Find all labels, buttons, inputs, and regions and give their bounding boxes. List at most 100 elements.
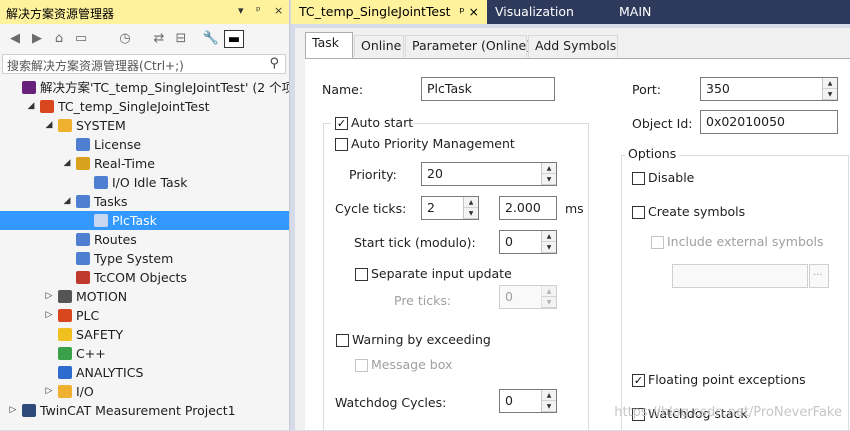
external-symbols-field[interactable] (672, 264, 808, 288)
priority-value: 20 (427, 166, 443, 181)
name-field[interactable]: PlcTask (421, 77, 555, 101)
object-id-field[interactable]: 0x02010050 (700, 110, 838, 134)
tree-item[interactable]: ◢ SYSTEM (0, 116, 289, 135)
home-icon[interactable]: ⌂ (50, 30, 68, 48)
pin-icon[interactable]: ᵖ (256, 4, 261, 17)
switch-views-icon[interactable]: ▭ (72, 30, 90, 48)
watchdog-spinner[interactable]: ▲ ▼ (541, 390, 556, 412)
system-icon (58, 119, 72, 132)
cycle-ms-field[interactable]: 2.000 (499, 196, 557, 220)
tree-item[interactable]: TcCOM Objects (0, 268, 289, 287)
auto-start-label: Auto start (351, 115, 414, 130)
floating-point-label: Floating point exceptions (648, 372, 806, 387)
watchdog-cycles-field[interactable]: 0 ▲ ▼ (499, 389, 557, 413)
port-value: 350 (706, 81, 730, 96)
separate-input-checkbox[interactable] (355, 268, 368, 281)
start-tick-value: 0 (505, 234, 513, 249)
tree-item-label: MOTION (76, 289, 128, 304)
tree-item[interactable]: C++ (0, 344, 289, 363)
expand-arrow-icon[interactable]: ▷ (44, 287, 54, 306)
tree-item[interactable]: ▷ MOTION (0, 287, 289, 306)
expand-arrow-icon[interactable]: ▷ (8, 401, 18, 420)
pre-ticks-spinner[interactable]: ▲ ▼ (541, 286, 556, 308)
tree-item[interactable]: ◢ Tasks (0, 192, 289, 211)
tree-item[interactable]: ANALYTICS (0, 363, 289, 382)
cycle-ticks-field[interactable]: 2 ▲ ▼ (421, 196, 479, 220)
back-icon[interactable]: ◀ (6, 30, 24, 48)
priority-spinner[interactable]: ▲ ▼ (541, 163, 556, 185)
plctask-icon (94, 214, 108, 227)
collapse-arrow-icon[interactable]: ◢ (62, 154, 72, 173)
message-box-checkbox[interactable] (355, 359, 368, 372)
cpp-icon (58, 347, 72, 360)
tree-item[interactable]: License (0, 135, 289, 154)
properties-icon[interactable]: 🔧 (202, 30, 220, 48)
start-tick-field[interactable]: 0 ▲ ▼ (499, 230, 557, 254)
tree-item[interactable]: ▷ PLC (0, 306, 289, 325)
forward-icon[interactable]: ▶ (28, 30, 46, 48)
preview-icon[interactable]: ▬ (224, 30, 244, 48)
tree-item[interactable]: ▷ I/O (0, 382, 289, 401)
watchdog-cycles-value: 0 (505, 393, 513, 408)
create-symbols-checkbox[interactable] (632, 206, 645, 219)
realtime-icon (76, 157, 90, 170)
tree-item[interactable]: SAFETY (0, 325, 289, 344)
cycle-ticks-spinner[interactable]: ▲ ▼ (463, 197, 478, 219)
collapse-arrow-icon[interactable]: ◢ (44, 116, 54, 135)
port-field[interactable]: 350 ▲ ▼ (700, 77, 838, 101)
include-external-checkbox[interactable] (651, 236, 664, 249)
panel-title: 解决方案资源管理器 (6, 7, 115, 21)
tab-label: Parameter (Online) (412, 38, 532, 53)
tree-item-label: PLC (76, 308, 100, 323)
browse-button[interactable]: ... (809, 264, 829, 288)
auto-start-checkbox[interactable]: ✓ (335, 117, 348, 130)
tree-item[interactable]: ◢ TC_temp_SingleJointTest (0, 97, 289, 116)
search-input[interactable]: 搜索解决方案资源管理器(Ctrl+;) ⚲ (2, 54, 286, 74)
watchdog-cycles-label: Watchdog Cycles: (335, 395, 447, 410)
tree-item[interactable]: PlcTask (0, 211, 289, 230)
auto-priority-checkbox[interactable] (335, 138, 348, 151)
tab-tc-temp[interactable]: TC_temp_SingleJointTest ᵖ × (291, 0, 487, 24)
tasks-icon (76, 195, 90, 208)
floating-point-checkbox[interactable]: ✓ (632, 374, 645, 387)
object-id-label: Object Id: (632, 116, 693, 131)
history-icon[interactable]: ◷ (116, 30, 134, 48)
tab-task[interactable]: Task (305, 32, 353, 58)
disable-checkbox[interactable] (632, 172, 645, 185)
tab-pin-close-icon[interactable]: ᵖ × (459, 0, 479, 24)
tab-main[interactable]: MAIN (611, 0, 659, 24)
start-tick-label: Start tick (modulo): (354, 235, 476, 250)
pre-ticks-field[interactable]: 0 ▲ ▼ (499, 285, 557, 309)
tree-item[interactable]: Type System (0, 249, 289, 268)
tree-item[interactable]: Routes (0, 230, 289, 249)
close-icon[interactable]: × (274, 4, 283, 17)
priority-field[interactable]: 20 ▲ ▼ (421, 162, 557, 186)
port-spinner[interactable]: ▲ ▼ (822, 78, 837, 100)
start-tick-spinner[interactable]: ▲ ▼ (541, 231, 556, 253)
tab-parameter-online[interactable]: Parameter (Online) (405, 35, 531, 57)
dropdown-icon[interactable]: ▾ (238, 4, 244, 17)
tab-add-symbols[interactable]: Add Symbols (528, 35, 618, 57)
safety-icon (58, 328, 72, 341)
tree-item[interactable]: ◢ Real-Time (0, 154, 289, 173)
tab-label: Task (312, 35, 339, 50)
io-icon (58, 385, 72, 398)
tree-item-label: SYSTEM (76, 118, 126, 133)
collapse-arrow-icon[interactable]: ◢ (62, 192, 72, 211)
sync-icon[interactable]: ⇄ (150, 30, 168, 48)
tree-item[interactable]: ▷ TwinCAT Measurement Project1 (0, 401, 289, 420)
search-icon[interactable]: ⚲ (269, 56, 279, 71)
expand-arrow-icon[interactable]: ▷ (44, 306, 54, 325)
options-group-box (621, 155, 849, 431)
create-symbols-label: Create symbols (648, 204, 746, 219)
search-placeholder: 搜索解决方案资源管理器(Ctrl+;) (7, 59, 184, 73)
collapse-arrow-icon[interactable]: ◢ (26, 97, 36, 116)
tab-visualization[interactable]: Visualization (487, 0, 582, 24)
port-label: Port: (632, 82, 661, 97)
tree-item[interactable]: 解决方案'TC_temp_SingleJointTest' (2 个项目) (0, 78, 289, 97)
expand-arrow-icon[interactable]: ▷ (44, 382, 54, 401)
collapse-all-icon[interactable]: ⊟ (172, 30, 190, 48)
warning-checkbox[interactable] (336, 334, 349, 347)
tree-item[interactable]: I/O Idle Task (0, 173, 289, 192)
tab-online[interactable]: Online (354, 35, 404, 57)
